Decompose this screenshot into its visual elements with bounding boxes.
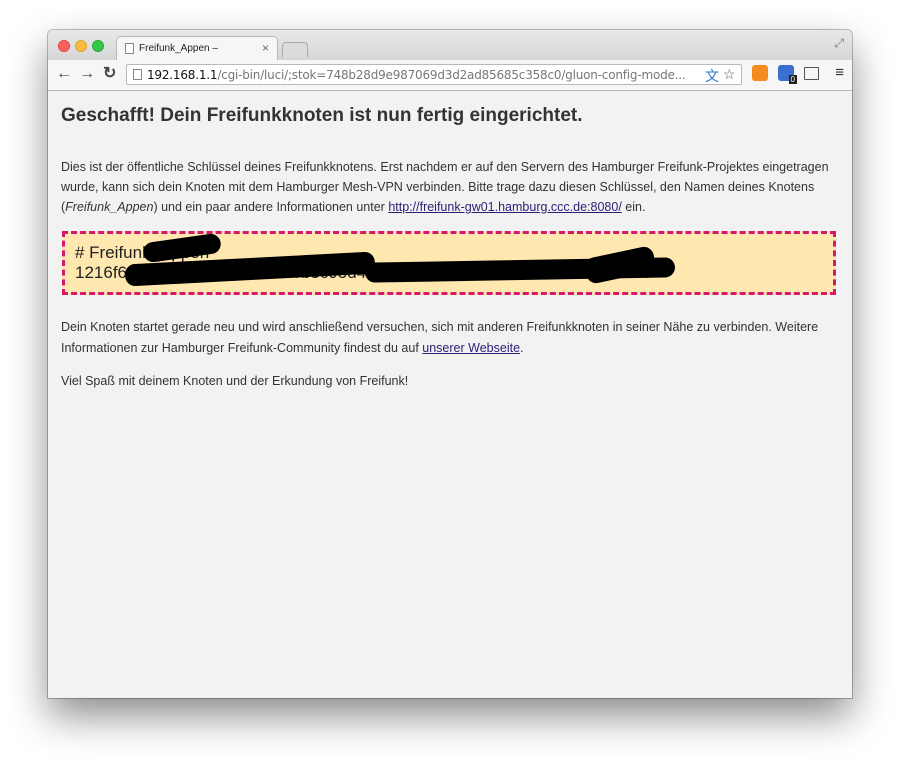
url-text[interactable]: 192.168.1.1/cgi-bin/luci/;stok=748b28d9e… — [147, 68, 686, 82]
ghostery-icon[interactable]: 0 — [778, 65, 797, 84]
reload-button[interactable]: ↻ — [103, 64, 116, 84]
translate-icon[interactable]: 文 — [705, 66, 719, 86]
minimize-window-button[interactable] — [75, 40, 87, 52]
page-content: Geschafft! Dein Freifunkknoten ist nun f… — [48, 91, 852, 698]
chrome-menu-icon[interactable]: ≡ — [835, 64, 844, 81]
close-window-button[interactable] — [58, 40, 70, 52]
title-bar: Freifunk_Appen – × ⤢ — [48, 30, 852, 62]
tab-title: Freifunk_Appen – — [139, 43, 218, 54]
ghostery-badge: 0 — [788, 75, 797, 84]
website-link[interactable]: unserer Webseite — [422, 341, 520, 355]
new-tab-button[interactable] — [282, 42, 308, 57]
fullscreen-icon[interactable]: ⤢ — [834, 36, 844, 51]
fox-extension-icon[interactable] — [752, 65, 768, 81]
maximize-window-button[interactable] — [92, 40, 104, 52]
public-key-box: # Freifunk_Appen 1216f6e0a3c4b59d8e27f10… — [62, 231, 836, 295]
closing-text: Viel Spaß mit deinem Knoten und der Erku… — [61, 374, 409, 388]
page-title: Geschafft! Dein Freifunkknoten ist nun f… — [61, 105, 583, 126]
intro-paragraph: Dies ist der öffentliche Schlüssel deine… — [61, 160, 829, 214]
node-name: Freifunk_Appen — [65, 200, 154, 214]
page-icon — [133, 69, 142, 80]
restart-paragraph: Dein Knoten startet gerade neu und wird … — [61, 320, 819, 355]
forward-button[interactable]: → — [79, 64, 95, 84]
bookmark-star-icon[interactable]: ☆ — [723, 66, 736, 83]
page-icon — [125, 43, 134, 54]
registration-link[interactable]: http://freifunk-gw01.hamburg.ccc.de:8080… — [388, 200, 621, 214]
tab-close-icon[interactable]: × — [262, 41, 269, 55]
cast-icon[interactable] — [804, 67, 819, 80]
back-button[interactable]: ← — [56, 64, 72, 84]
browser-window: Freifunk_Appen – × ⤢ ← → ↻ 192.168.1.1/c… — [48, 30, 852, 698]
browser-tab[interactable]: Freifunk_Appen – × — [116, 36, 278, 62]
address-bar[interactable]: 192.168.1.1/cgi-bin/luci/;stok=748b28d9e… — [126, 64, 742, 85]
browser-toolbar: ← → ↻ 192.168.1.1/cgi-bin/luci/;stok=748… — [48, 60, 852, 91]
